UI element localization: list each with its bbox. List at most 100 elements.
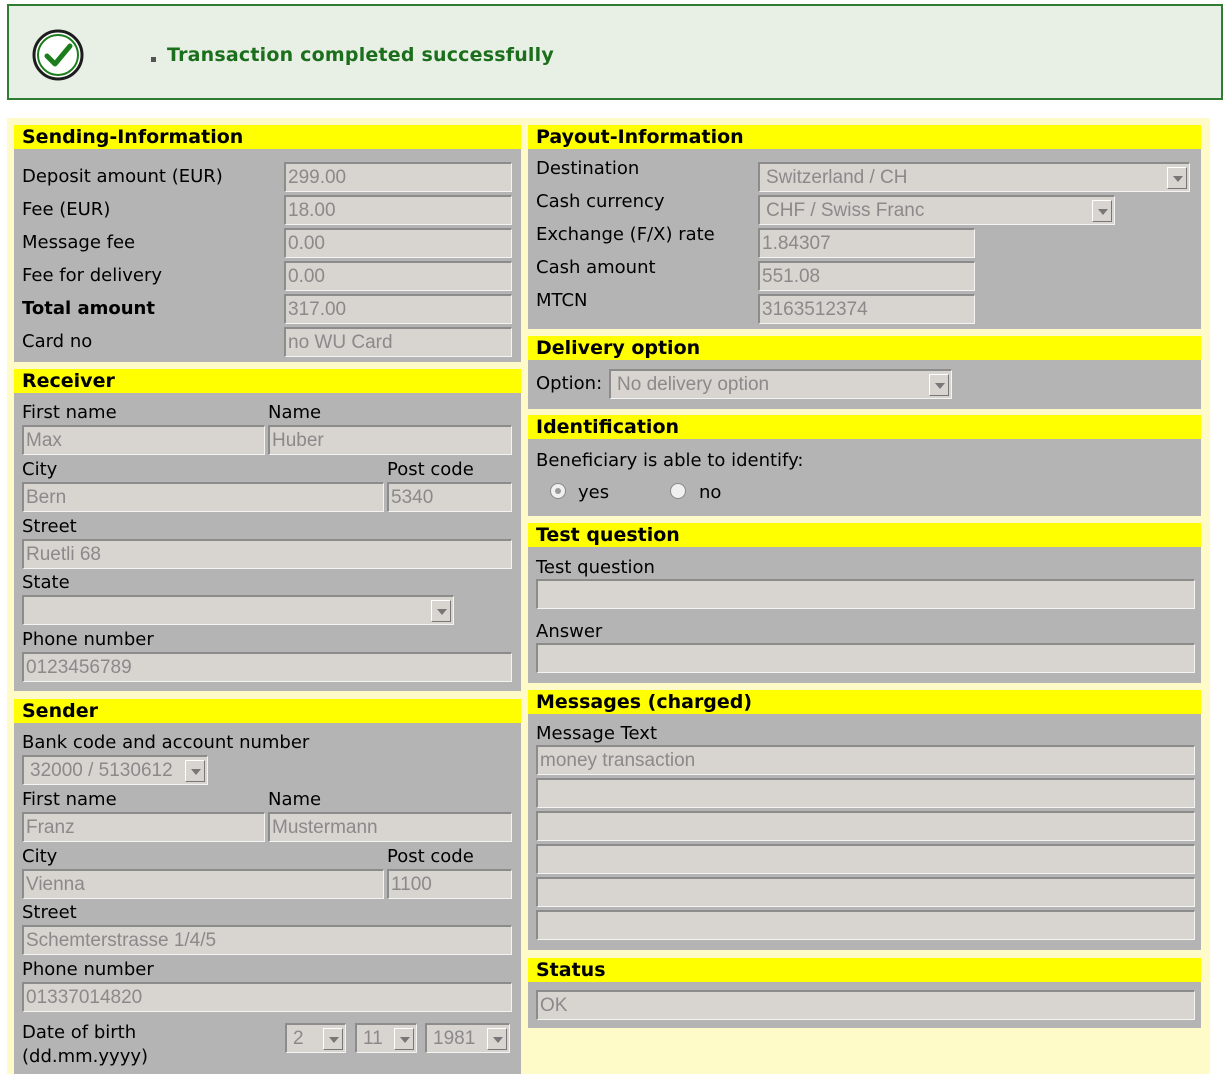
- dob-format-label: (dd.mm.yyyy): [22, 1046, 149, 1067]
- rate-label: Exchange (F/X) rate: [536, 224, 715, 245]
- message-line[interactable]: [536, 910, 1195, 940]
- chevron-down-icon[interactable]: [487, 1028, 507, 1050]
- cash-amount-field[interactable]: 551.08: [758, 261, 975, 291]
- payout-information-panel: Payout-Information Destination Switzerla…: [528, 125, 1201, 329]
- city-label: City: [22, 459, 58, 480]
- chevron-down-icon[interactable]: [929, 374, 949, 396]
- dob-year-select[interactable]: 1981: [425, 1023, 510, 1053]
- section-title: Sender: [14, 699, 521, 723]
- test-question-panel: Test question Test question Answer: [528, 523, 1201, 683]
- sender-city-field[interactable]: Vienna: [22, 869, 384, 899]
- success-banner: Transaction completed successfully: [7, 4, 1223, 100]
- first-name-label: First name: [22, 402, 117, 423]
- fee-field[interactable]: 18.00: [284, 195, 512, 225]
- receiver-first-name-field[interactable]: Max: [22, 425, 265, 455]
- receiver-street-field[interactable]: Ruetli 68: [22, 539, 512, 569]
- chevron-down-icon[interactable]: [323, 1028, 343, 1050]
- section-title: Delivery option: [528, 336, 1201, 360]
- post-code-label: Post code: [387, 459, 474, 480]
- answer-field[interactable]: [536, 643, 1195, 673]
- answer-label: Answer: [536, 621, 603, 642]
- sending-information-panel: Sending-Information Deposit amount (EUR)…: [14, 125, 521, 362]
- name-label: Name: [268, 789, 322, 810]
- receiver-phone-field[interactable]: 0123456789: [22, 652, 512, 682]
- total-amount-field[interactable]: 317.00: [284, 294, 512, 324]
- messages-panel: Messages (charged) Message Text money tr…: [528, 690, 1201, 950]
- message-line[interactable]: [536, 811, 1195, 841]
- identify-question: Beneficiary is able to identify:: [536, 450, 804, 471]
- receiver-panel: Receiver First name Name Max Huber City …: [14, 369, 521, 691]
- section-title: Messages (charged): [528, 690, 1201, 714]
- bank-account-value: 32000 / 5130612: [30, 760, 173, 781]
- sender-street-field[interactable]: Schemterstrasse 1/4/5: [22, 925, 512, 955]
- exchange-rate-field[interactable]: 1.84307: [758, 228, 975, 258]
- receiver-state-select[interactable]: [22, 595, 454, 625]
- chevron-down-icon[interactable]: [1092, 200, 1112, 222]
- message-fee-field[interactable]: 0.00: [284, 228, 512, 258]
- state-label: State: [22, 572, 70, 593]
- chevron-down-icon[interactable]: [431, 600, 451, 622]
- receiver-city-field[interactable]: Bern: [22, 482, 384, 512]
- mtcn-field[interactable]: 3163512374: [758, 294, 975, 324]
- bullet-icon: [151, 57, 156, 62]
- test-question-field[interactable]: [536, 579, 1195, 609]
- section-title: Payout-Information: [528, 125, 1201, 149]
- checkmark-icon: [32, 29, 84, 81]
- cash-amount-label: Cash amount: [536, 257, 656, 278]
- status-field[interactable]: OK: [536, 990, 1195, 1020]
- sender-phone-field[interactable]: 01337014820: [22, 982, 512, 1012]
- identify-yes-radio[interactable]: [550, 483, 566, 499]
- receiver-name-field[interactable]: Huber: [268, 425, 512, 455]
- mtcn-label: MTCN: [536, 290, 588, 311]
- dob-month-select[interactable]: 11: [355, 1023, 417, 1053]
- dob-month-value: 11: [363, 1028, 383, 1049]
- section-title: Sending-Information: [14, 125, 521, 149]
- receiver-post-code-field[interactable]: 5340: [387, 482, 512, 512]
- fee-label: Fee (EUR): [22, 199, 111, 220]
- option-label: Option:: [536, 373, 603, 394]
- status-panel: Status OK: [528, 958, 1201, 1028]
- phone-label: Phone number: [22, 629, 154, 650]
- sender-post-code-field[interactable]: 1100: [387, 869, 512, 899]
- success-message: Transaction completed successfully: [167, 44, 554, 66]
- message-line[interactable]: [536, 877, 1195, 907]
- delivery-option-select[interactable]: No delivery option: [609, 369, 952, 399]
- transaction-form: Sending-Information Deposit amount (EUR)…: [7, 118, 1210, 1074]
- card-number-field[interactable]: no WU Card: [284, 327, 512, 357]
- deposit-label: Deposit amount (EUR): [22, 166, 223, 187]
- bank-label: Bank code and account number: [22, 732, 310, 753]
- delivery-option-value: No delivery option: [617, 374, 770, 395]
- destination-label: Destination: [536, 158, 640, 179]
- dob-year-value: 1981: [433, 1028, 476, 1049]
- total-label: Total amount: [22, 298, 155, 319]
- message-line[interactable]: [536, 844, 1195, 874]
- chevron-down-icon[interactable]: [1167, 167, 1187, 189]
- chevron-down-icon[interactable]: [394, 1028, 414, 1050]
- card-label: Card no: [22, 331, 93, 352]
- sender-panel: Sender Bank code and account number 3200…: [14, 699, 521, 1074]
- delivery-fee-field[interactable]: 0.00: [284, 261, 512, 291]
- destination-select[interactable]: Switzerland / CH: [758, 162, 1190, 192]
- dob-day-select[interactable]: 2: [285, 1023, 346, 1053]
- message-line[interactable]: money transaction: [536, 745, 1195, 775]
- city-label: City: [22, 846, 58, 867]
- yes-label: yes: [578, 482, 610, 503]
- section-title: Receiver: [14, 369, 521, 393]
- chevron-down-icon[interactable]: [185, 760, 205, 782]
- section-title: Identification: [528, 415, 1201, 439]
- message-line[interactable]: [536, 778, 1195, 808]
- street-label: Street: [22, 902, 77, 923]
- bank-account-select[interactable]: 32000 / 5130612: [22, 755, 208, 785]
- identification-panel: Identification Beneficiary is able to id…: [528, 415, 1201, 516]
- sender-first-name-field[interactable]: Franz: [22, 812, 265, 842]
- identify-no-radio[interactable]: [670, 483, 686, 499]
- message-text-label: Message Text: [536, 723, 658, 744]
- currency-label: Cash currency: [536, 191, 665, 212]
- first-name-label: First name: [22, 789, 117, 810]
- currency-select[interactable]: CHF / Swiss Franc: [758, 195, 1115, 225]
- message-fee-label: Message fee: [22, 232, 136, 253]
- sender-name-field[interactable]: Mustermann: [268, 812, 512, 842]
- destination-value: Switzerland / CH: [766, 167, 908, 188]
- post-code-label: Post code: [387, 846, 474, 867]
- deposit-amount-field[interactable]: 299.00: [284, 162, 512, 192]
